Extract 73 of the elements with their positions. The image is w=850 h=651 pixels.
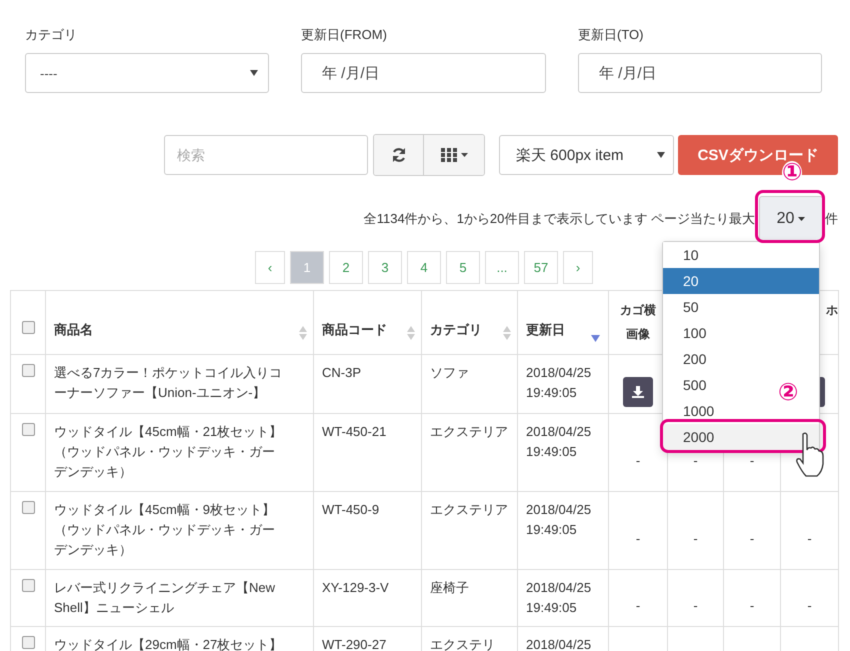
caret-icon: [250, 70, 258, 76]
page-size-option[interactable]: 10: [663, 242, 719, 268]
category-select[interactable]: ----: [25, 53, 269, 93]
table-cell: -: [807, 598, 812, 613]
page-button[interactable]: 3: [368, 251, 402, 284]
column-header[interactable]: 商品名: [54, 318, 93, 342]
grid-icon: [440, 148, 456, 162]
table-cell: エクステリ: [430, 637, 495, 651]
table-cell: XY-129-3-V: [322, 580, 389, 595]
page-size-button[interactable]: 20: [759, 196, 823, 241]
table-cell: -: [636, 452, 640, 468]
table-cell: CN-3P: [322, 365, 362, 380]
table-cell: 2018/04/25 19:49:05: [526, 502, 592, 537]
page-size-option[interactable]: 20: [663, 268, 819, 294]
table-cell: -: [750, 452, 754, 468]
record-summary: 全1134件から、1から20件目まで表示しています ページ当たり最大: [364, 210, 755, 228]
table-cell: 2018/04/25 19:49:05: [526, 424, 592, 459]
row-checkbox[interactable]: [22, 501, 34, 514]
page-button[interactable]: ›: [563, 251, 593, 284]
table-cell: ソファ: [430, 365, 469, 380]
field-label: 更新日(FROM): [301, 26, 388, 44]
page-button[interactable]: 2: [329, 251, 363, 284]
table-cell: レバー式リクライニングチェア【New Shell】ニューシェル: [54, 580, 276, 615]
field-label: 更新日(TO): [578, 26, 644, 44]
page-button[interactable]: 57: [524, 251, 558, 284]
table-cell: 2018/04/25 19:49:05: [526, 580, 592, 615]
table-cell: エクステリア: [430, 502, 508, 517]
table-cell: WT-290-27: [322, 637, 386, 651]
table-cell: 2018/04/25: [526, 637, 592, 651]
refresh-icon: [390, 147, 406, 163]
page-button[interactable]: ...: [485, 251, 519, 284]
row-checkbox[interactable]: [22, 579, 34, 592]
table-cell: 選べる7カラー！ポケットコイル入りコーナーソファー【Union-ユニオン-】: [54, 365, 282, 400]
table-cell: -: [693, 598, 698, 613]
highlight-frame: [755, 190, 825, 243]
field-label: カテゴリ: [25, 26, 78, 44]
row-checkbox[interactable]: [22, 636, 34, 649]
date-field[interactable]: 年 /月/日: [301, 53, 546, 93]
search-field[interactable]: 検索: [164, 135, 368, 175]
table-cell: エクステリア: [430, 424, 508, 439]
page-button[interactable]: ‹: [255, 251, 285, 284]
refresh-button[interactable]: [374, 135, 423, 175]
row-checkbox[interactable]: [22, 423, 34, 436]
table-cell: -: [693, 530, 698, 546]
page-button[interactable]: 4: [407, 251, 441, 284]
table-cell: -: [636, 530, 640, 546]
download-button[interactable]: [623, 377, 653, 407]
table-cell: WT-450-9: [322, 502, 380, 517]
page-size-option[interactable]: 2000: [663, 424, 819, 450]
row-checkbox[interactable]: [22, 364, 34, 377]
table-cell: 座椅子: [430, 580, 469, 595]
table-cell: -: [693, 452, 698, 468]
caret-icon: [657, 152, 665, 158]
select-all-checkbox[interactable]: [22, 321, 34, 334]
download-icon: [632, 386, 644, 398]
table-cell: -: [807, 530, 812, 546]
date-field[interactable]: 年 /月/日: [578, 53, 822, 93]
step-number: ②: [778, 381, 798, 405]
page-button[interactable]: 5: [446, 251, 480, 284]
table-cell: ウッドタイル【45cm幅・21枚セット】（ウッドパネル・ウッドデッキ・ガーデンデッキ）: [54, 424, 282, 479]
caret-icon: [460, 153, 468, 157]
table-cell: WT-450-21: [322, 424, 386, 439]
column-header[interactable]: 更新日: [526, 318, 565, 342]
table-cell: ウッドタイル【29cm幅・27枚セット】: [54, 637, 282, 651]
table-cell: -: [750, 530, 754, 546]
columns-button[interactable]: [423, 135, 484, 175]
table-cell: 2018/04/25 19:49:05: [526, 365, 592, 400]
table-cell: -: [636, 598, 640, 613]
table-cell: ウッドタイル【45cm幅・9枚セット】（ウッドパネル・ウッドデッキ・ガーデンデッキ）: [54, 502, 276, 557]
image-size-select[interactable]: 楽天 600px item: [499, 135, 674, 175]
unit-label: 件: [825, 210, 838, 228]
caret-icon: [798, 216, 806, 220]
table-cell: -: [750, 598, 754, 613]
